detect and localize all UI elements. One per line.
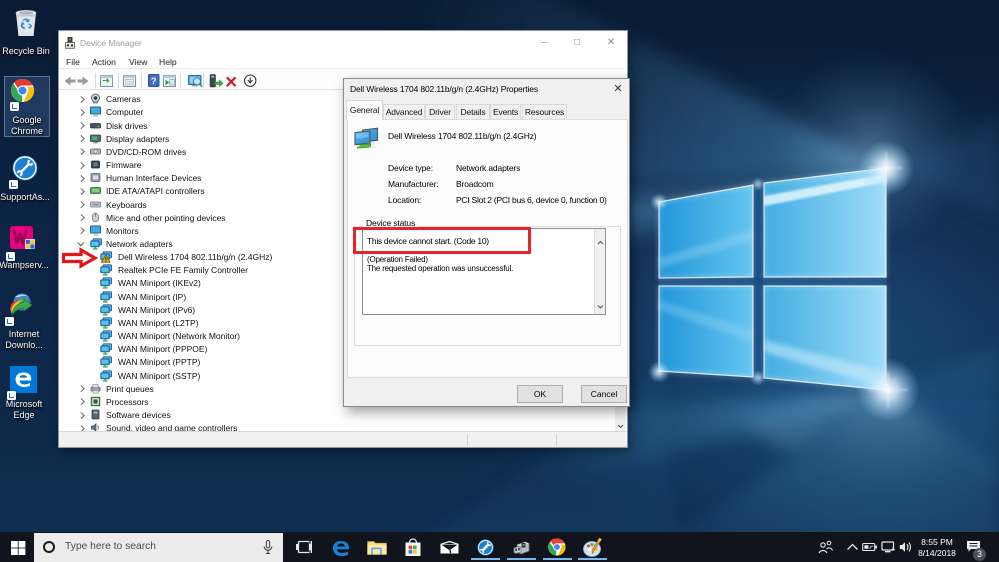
svg-text:?: ? xyxy=(151,76,157,87)
